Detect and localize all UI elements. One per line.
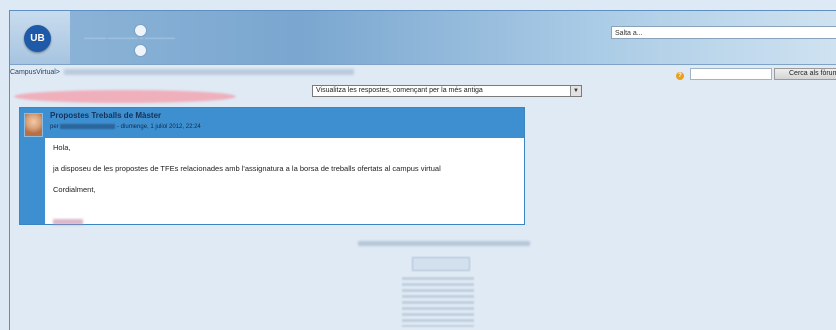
post-meta-prefix: per: [50, 124, 59, 131]
banner-dot-icon: [134, 44, 147, 57]
post-paragraph: ja disposeu de les propostes de TFEs rel…: [53, 164, 441, 173]
post-closing: Cordialment,: [53, 185, 96, 194]
post-signature-redacted: [53, 219, 83, 225]
forum-search-button[interactable]: Cerca als fòrums: [774, 68, 836, 80]
chevron-down-icon[interactable]: ▼: [570, 86, 581, 96]
breadcrumb: CampusVirtual>: [10, 69, 354, 79]
breadcrumb-root[interactable]: CampusVirtual: [10, 69, 56, 76]
page-frame: UB ────── ──────── ─ ──────── Salta a...…: [9, 10, 836, 330]
avatar[interactable]: [24, 113, 43, 137]
breadcrumb-redacted: [63, 69, 354, 76]
help-icon[interactable]: ?: [676, 72, 684, 80]
forum-search-input[interactable]: [690, 68, 772, 80]
footer-text-redacted: [358, 241, 530, 246]
jump-to-select[interactable]: Salta a...: [611, 26, 836, 39]
redacted-heading: [14, 90, 236, 103]
footer-button-redacted[interactable]: [412, 257, 470, 271]
post-header: Propostes Treballs de Màster per - diume…: [45, 108, 524, 138]
post-greeting: Hola,: [53, 143, 71, 152]
ub-logo[interactable]: UB: [24, 25, 51, 52]
breadcrumb-separator: >: [55, 69, 60, 76]
forum-post: Propostes Treballs de Màster per - diume…: [19, 107, 525, 225]
footer-info-redacted: [402, 277, 474, 327]
post-author-redacted[interactable]: [60, 124, 116, 129]
post-title: Propostes Treballs de Màster: [50, 111, 162, 120]
post-meta: per - diumenge, 1 juliol 2012, 22:24: [50, 124, 201, 130]
sort-order-value: Visualitza les respostes, començant per …: [316, 87, 483, 94]
post-date: - diumenge, 1 juliol 2012, 22:24: [117, 124, 201, 131]
sort-order-select[interactable]: Visualitza les respostes, començant per …: [312, 85, 582, 97]
header-tagline: ────── ──────── ─ ────────: [84, 36, 175, 42]
header-banner: UB ────── ──────── ─ ──────── Salta a...: [10, 11, 836, 65]
